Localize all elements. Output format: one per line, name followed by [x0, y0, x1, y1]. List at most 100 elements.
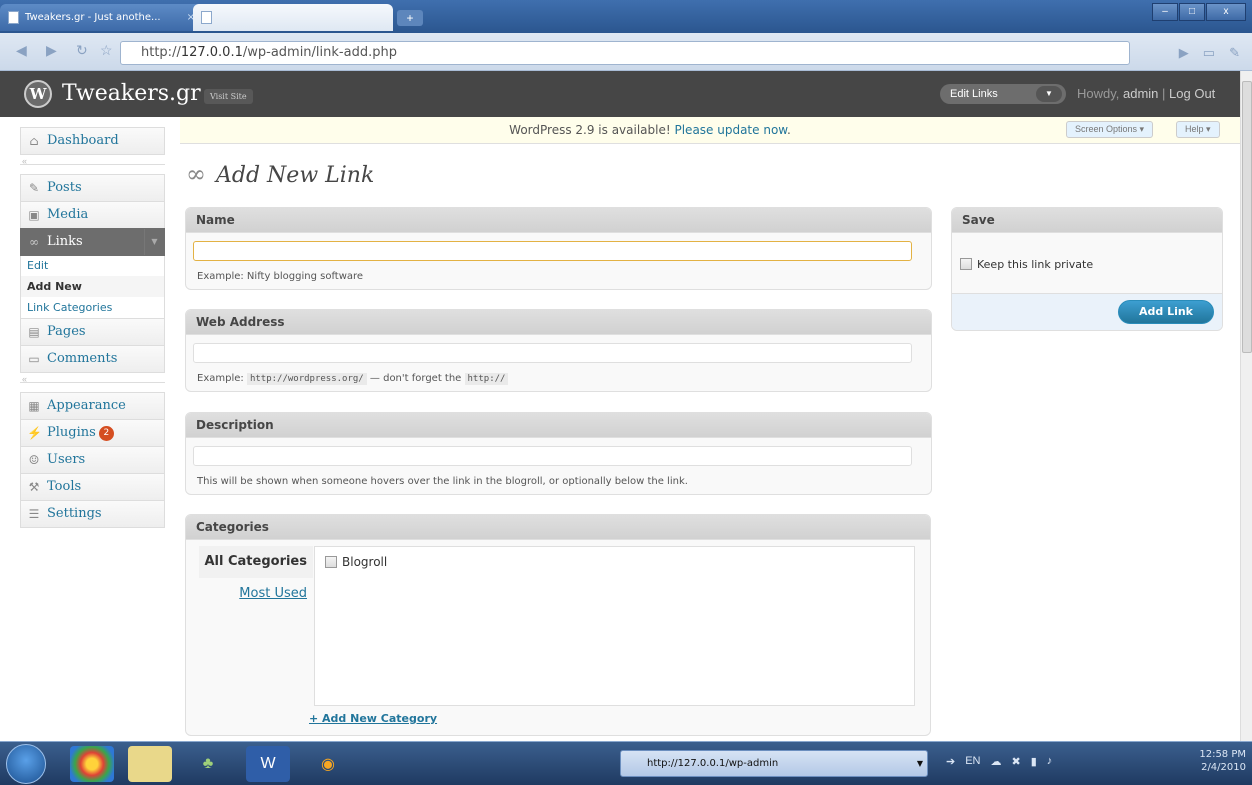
url-scheme: http:// — [141, 45, 181, 60]
tab-title: Tweakers.gr - Just anothe... — [25, 12, 161, 23]
private-option[interactable]: Keep this link private — [960, 258, 1093, 271]
add-new-category-link[interactable]: + Add New Category — [309, 712, 437, 725]
word-icon[interactable]: W — [246, 746, 290, 782]
new-tab-button[interactable]: + — [397, 10, 423, 26]
users-icon: ☺ — [28, 453, 40, 467]
acrobat-icon: ✖ — [1011, 756, 1021, 768]
scrollbar-thumb[interactable] — [1242, 81, 1252, 353]
language-indicator[interactable]: EN — [965, 755, 980, 768]
logout-link[interactable]: Log Out — [1169, 86, 1215, 101]
link-icon: ∞ — [29, 235, 39, 249]
messenger-icon[interactable]: ♣ — [186, 746, 230, 782]
forward-icon[interactable]: ▶ — [46, 42, 57, 59]
menu-media[interactable]: ▣ Media — [20, 201, 165, 229]
wp-admin-header: W Tweakers.gr Visit Site Edit Links ▼ Ho… — [0, 71, 1240, 117]
howdy-text: Howdy, — [1077, 86, 1123, 101]
separator: | — [1158, 86, 1170, 101]
menu-plugins[interactable]: ⚡ Plugins 2 — [20, 419, 165, 447]
settings-icon: ☰ — [28, 507, 40, 521]
tab-all-categories[interactable]: All Categories — [199, 546, 313, 578]
category-item[interactable]: Blogroll — [325, 555, 387, 569]
pin-icon: ✎ — [28, 181, 40, 195]
clock[interactable]: 12:58 PM 2/4/2010 — [1199, 748, 1246, 774]
site-title[interactable]: Tweakers.gr — [62, 81, 201, 106]
close-window-button[interactable]: x — [1206, 3, 1246, 21]
page-title: ∞ Add New Link — [186, 160, 375, 188]
screen-options-button[interactable]: Screen Options ▾ — [1066, 121, 1154, 138]
categories-box: Categories All Categories Most Used Blog… — [185, 514, 931, 736]
media-icon: ▣ — [28, 208, 40, 222]
submenu-edit[interactable]: Edit — [21, 255, 164, 276]
visit-site-button[interactable]: Visit Site — [204, 89, 253, 104]
browser-tab-active[interactable] — [193, 4, 393, 31]
link-icon: ∞ — [186, 160, 206, 188]
description-box-title: Description — [186, 413, 931, 438]
vertical-scrollbar[interactable] — [1240, 71, 1252, 741]
wrench-icon[interactable]: ✎ — [1229, 45, 1240, 61]
link-url-input[interactable] — [193, 343, 912, 363]
link-description-input[interactable] — [193, 446, 912, 466]
chevron-down-icon[interactable]: ▼ — [917, 751, 923, 776]
plug-icon: ⚡ — [27, 426, 42, 440]
username-link[interactable]: admin — [1123, 86, 1158, 101]
menu-comments[interactable]: ▭ Comments — [20, 345, 165, 373]
cloud-icon: ☁ — [990, 756, 1002, 768]
arrow-icon[interactable]: ➔ — [946, 755, 955, 768]
url-path: /wp-admin/link-add.php — [242, 45, 397, 60]
page-menu-icon[interactable]: ▭ — [1203, 45, 1215, 61]
url-host: 127.0.0.1 — [180, 45, 243, 60]
browser-menu-icons: ▶ ▭ ✎ — [1179, 45, 1240, 61]
media-player-icon[interactable]: ◉ — [306, 746, 350, 782]
menu-settings[interactable]: ☰ Settings — [20, 500, 165, 528]
home-icon: ⌂ — [29, 134, 39, 148]
reload-icon[interactable]: ↻ — [76, 42, 88, 59]
update-count-badge: 2 — [98, 426, 114, 441]
go-icon[interactable]: ▶ — [1179, 45, 1189, 61]
menu-posts[interactable]: ✎ Posts — [20, 174, 165, 202]
menu-users[interactable]: ☺ Users — [20, 446, 165, 474]
tools-icon: ⚒ — [28, 480, 40, 494]
menu-pages[interactable]: ▤ Pages — [20, 318, 165, 346]
submenu-add-new[interactable]: Add New — [21, 276, 164, 297]
back-icon[interactable]: ◀ — [16, 42, 27, 59]
star-icon[interactable]: ☆ — [100, 42, 113, 59]
comment-icon: ▭ — [28, 352, 40, 366]
update-nag-text: WordPress 2.9 is available! — [509, 123, 675, 137]
category-checklist: Blogroll — [314, 546, 915, 706]
chevron-down-icon[interactable]: ▼ — [1036, 86, 1062, 102]
chrome-icon[interactable] — [70, 746, 114, 782]
start-button[interactable] — [6, 744, 46, 784]
tab-most-used[interactable]: Most Used — [199, 578, 313, 610]
taskbar-browser-task[interactable]: http://127.0.0.1/wp-admin ▼ — [620, 750, 928, 777]
system-tray: ➔ EN ☁ ✖ ▮ ♪ — [946, 755, 1052, 768]
favorite-actions-dropdown[interactable]: Edit Links ▼ — [940, 84, 1066, 104]
minimize-button[interactable]: – — [1152, 3, 1178, 21]
name-example: Example: Nifty blogging software — [197, 271, 364, 282]
file-explorer-icon[interactable] — [128, 746, 172, 782]
address-bar[interactable]: http://127.0.0.1/wp-admin/link-add.php — [120, 41, 1130, 65]
submenu-link-categories[interactable]: Link Categories — [21, 297, 164, 318]
menu-appearance[interactable]: ▦ Appearance — [20, 392, 165, 420]
pages-icon: ▤ — [28, 325, 40, 339]
web-address-box-title: Web Address — [186, 310, 931, 335]
private-checkbox[interactable] — [960, 258, 972, 270]
update-now-link[interactable]: Please update now — [674, 123, 787, 137]
web-address-example: Example: http://wordpress.org/ — don't f… — [197, 373, 509, 385]
browser-toolbar: ◀ ▶ ↻ ☆ http://127.0.0.1/wp-admin/link-a… — [0, 33, 1252, 71]
chevron-down-icon[interactable]: ▼ — [144, 229, 164, 255]
volume-icon[interactable]: ♪ — [1047, 755, 1053, 768]
save-box-title: Save — [952, 208, 1222, 233]
description-note: This will be shown when someone hovers o… — [197, 476, 688, 487]
category-checkbox[interactable] — [325, 556, 337, 568]
add-link-button[interactable]: Add Link — [1118, 300, 1214, 324]
user-info: Howdy, admin | Log Out — [1077, 86, 1215, 101]
maximize-button[interactable]: □ — [1179, 3, 1205, 21]
window-controls: – □ x — [1152, 3, 1246, 21]
menu-dashboard[interactable]: ⌂ Dashboard — [20, 127, 165, 155]
browser-tab-tweakers[interactable]: Tweakers.gr - Just anothe... × — [0, 4, 203, 31]
description-box: Description This will be shown when some… — [185, 412, 932, 495]
link-name-input[interactable] — [193, 241, 912, 261]
menu-tools[interactable]: ⚒ Tools — [20, 473, 165, 501]
help-button[interactable]: Help ▾ — [1176, 121, 1220, 138]
menu-links[interactable]: ∞ Links ▼ — [20, 228, 165, 256]
